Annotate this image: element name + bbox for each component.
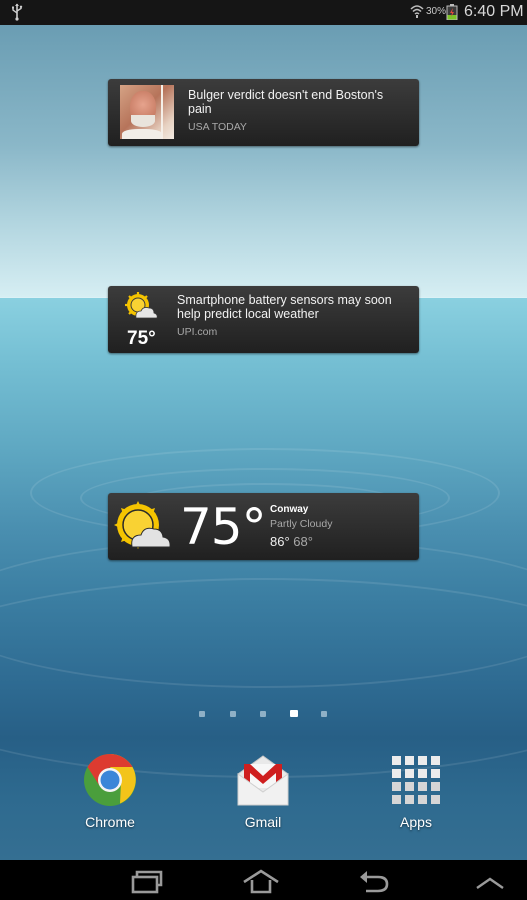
news-photo-beard [131, 115, 155, 127]
chrome-icon [84, 754, 136, 806]
apps-grid-square [431, 795, 440, 804]
apps-grid-square [431, 756, 440, 765]
apps-grid-square [431, 769, 440, 778]
dock-label: Apps [400, 814, 432, 830]
apps-grid-square [392, 782, 401, 791]
apps-grid-square [405, 795, 414, 804]
news-photo-divider [161, 85, 163, 139]
navigation-bar [0, 860, 527, 900]
partly-cloudy-icon [114, 501, 171, 549]
dock-apps[interactable]: Apps [371, 752, 461, 837]
apps-grid-square [431, 782, 440, 791]
usb-icon [12, 3, 23, 21]
page-dot[interactable] [260, 711, 266, 717]
high-temperature: 86° [270, 534, 290, 549]
news-photo [120, 85, 174, 139]
page-dot-active[interactable] [290, 710, 298, 717]
partly-cloudy-icon [125, 292, 158, 319]
apps-grid-icon [392, 756, 440, 804]
ripple [0, 578, 527, 778]
recent-apps-icon[interactable] [127, 868, 167, 894]
mini-temperature: 75° [127, 328, 156, 349]
news-widget-weather-story[interactable]: 75° Smartphone battery sensors may soon … [108, 286, 419, 353]
status-bar[interactable]: 30% 6:40 PM [0, 0, 527, 25]
current-temperature: 75° [180, 498, 267, 556]
apps-grid-square [392, 756, 401, 765]
weather-city: Conway [270, 504, 309, 515]
news-source: UPI.com [177, 326, 218, 338]
apps-grid-square [405, 769, 414, 778]
page-dot[interactable] [230, 711, 236, 717]
home-icon[interactable] [241, 868, 281, 894]
page-dot[interactable] [199, 711, 205, 717]
menu-up-icon[interactable] [470, 868, 510, 894]
apps-grid-square [418, 782, 427, 791]
battery-icon [446, 4, 458, 20]
apps-grid-square [418, 795, 427, 804]
apps-grid-square [418, 756, 427, 765]
news-source: USA TODAY [188, 121, 247, 133]
weather-condition: Partly Cloudy [270, 518, 333, 530]
dock-gmail[interactable]: Gmail [218, 752, 308, 837]
weather-high-low: 86° 68° [270, 534, 313, 549]
page-indicator[interactable] [0, 710, 527, 719]
back-icon[interactable] [356, 868, 396, 894]
apps-grid-square [405, 756, 414, 765]
news-headline[interactable]: Bulger verdict doesn't end Boston's pain [188, 88, 403, 116]
dock-chrome[interactable]: Chrome [65, 752, 155, 837]
apps-grid-square [418, 769, 427, 778]
wallpaper [0, 25, 527, 860]
dock-label: Gmail [244, 814, 282, 830]
weather-widget[interactable]: 75° Conway Partly Cloudy 86° 68° [108, 493, 419, 560]
news-photo-shirt [122, 129, 162, 139]
page-dot[interactable] [321, 711, 327, 717]
apps-grid-square [405, 782, 414, 791]
gmail-icon [237, 755, 289, 806]
battery-percent: 30% [426, 6, 447, 17]
apps-grid-square [392, 769, 401, 778]
apps-grid-square [392, 795, 401, 804]
news-widget-bulger[interactable]: Bulger verdict doesn't end Boston's pain… [108, 79, 419, 146]
low-temperature: 68° [293, 534, 313, 549]
clock: 6:40 PM [464, 3, 524, 20]
wifi-icon [410, 5, 424, 18]
news-headline[interactable]: Smartphone battery sensors may soon help… [177, 293, 417, 321]
dock-label: Chrome [85, 814, 135, 830]
